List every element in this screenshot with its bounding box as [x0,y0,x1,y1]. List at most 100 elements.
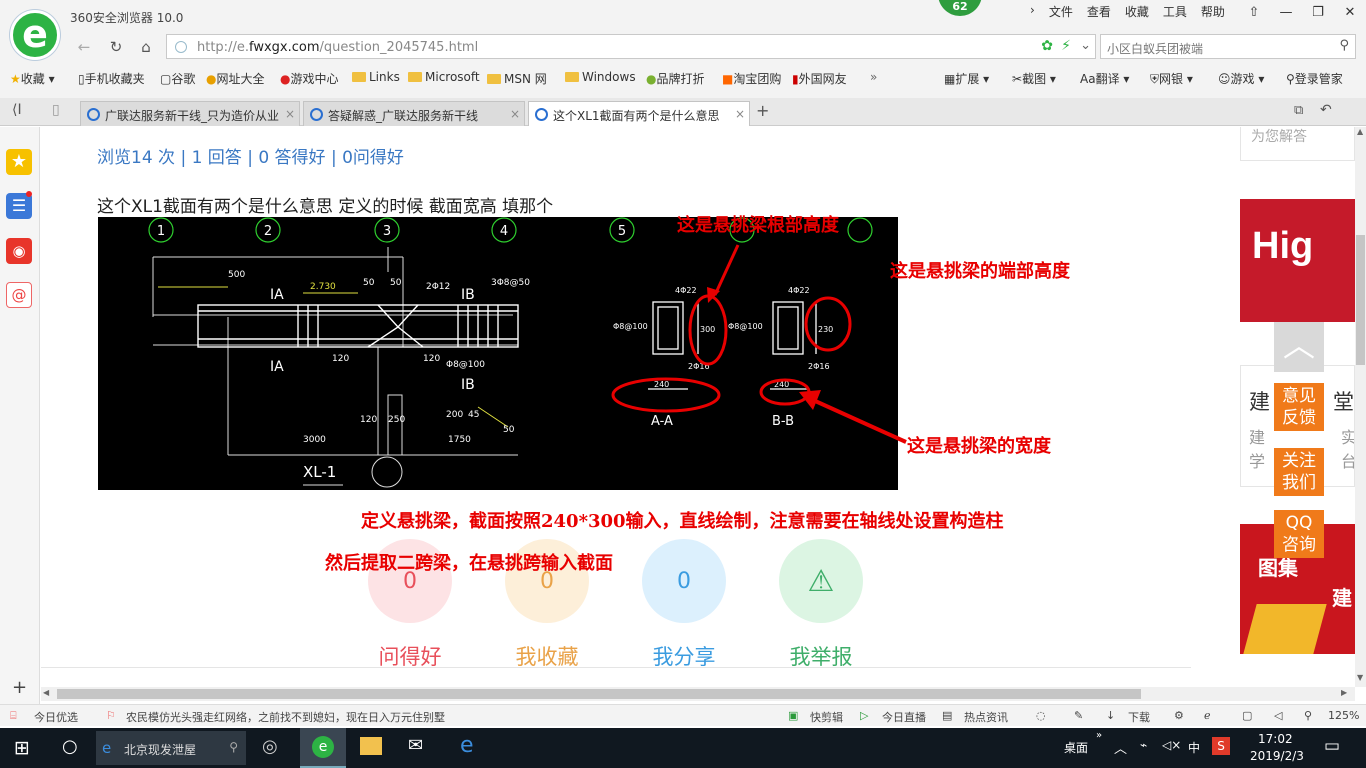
file-explorer-icon[interactable] [360,737,382,755]
dropdown-chevron-icon[interactable]: ⌄ [1080,38,1091,53]
fav-brand[interactable]: ●品牌打折 [646,70,705,87]
horizontal-scrollbar[interactable]: ◀ ▶ [41,687,1355,701]
refresh-icon[interactable]: ↻ [104,36,128,58]
gift-icon[interactable]: ⌸ [10,709,17,723]
follow-us-button[interactable]: 关注我们 [1274,448,1324,496]
search-box[interactable]: 小区白蚁兵团被端 ⚲ [1100,34,1356,59]
scroll-left-icon[interactable]: ◀ [43,688,49,697]
add-sidebar-icon[interactable]: + [12,677,27,698]
sidebar-toggle-icon[interactable]: ⟨I [12,102,22,118]
settings-icon[interactable]: ⚙ [1174,709,1184,722]
fav-microsoft[interactable]: Microsoft [408,70,480,84]
ie-mode-icon[interactable]: ℯ [1204,709,1211,722]
today-live[interactable]: 今日直播 [882,709,926,725]
speed-bolt-icon[interactable]: ⚡ [1061,38,1071,54]
close-button[interactable]: ✕ [1334,0,1366,24]
mail-task-icon[interactable]: ✉ [408,735,423,756]
share-button[interactable]: 0 我分享 [642,539,726,671]
cortana-icon[interactable]: ○ [62,736,78,757]
undo-close-icon[interactable]: ↶ [1320,102,1332,118]
pin-icon[interactable]: ⇧ [1238,0,1270,24]
tool-translate[interactable]: Aa翻译 ▾ [1080,70,1129,87]
ime-label[interactable]: 中 [1188,739,1200,756]
download-label[interactable]: 下载 [1128,709,1150,725]
hot-news[interactable]: 热点资讯 [964,709,1008,725]
fav-sites[interactable]: ●网址大全 [206,70,265,87]
desktop-label[interactable]: 桌面 [1064,739,1088,756]
scroll-down-icon[interactable]: ▼ [1357,673,1363,682]
weibo-icon[interactable]: ◉ [6,238,32,264]
window-icon[interactable]: ▢ [1242,709,1252,722]
search-input[interactable]: 小区白蚁兵团被端 [1107,40,1203,57]
vertical-scroll-thumb[interactable] [1356,235,1365,365]
toolbar-chevron-icon[interactable]: » [1096,730,1102,741]
clock-time[interactable]: 17:02 [1258,732,1293,746]
volume-muted-icon[interactable]: ◁× [1162,738,1181,752]
back-arrow-icon[interactable]: ← [72,36,96,58]
edge-icon[interactable]: e [460,733,474,758]
fav-mobile[interactable]: ▯手机收藏夹 [78,70,145,87]
fav-msn[interactable]: MSN 网 [487,70,547,87]
home-icon[interactable]: ⌂ [134,36,158,58]
zoom-icon[interactable]: ⚲ [1304,709,1312,722]
tool-bank[interactable]: ⛨网银 ▾ [1150,70,1193,87]
tool-games[interactable]: ☺游戏 ▾ [1218,70,1264,87]
tray-up-icon[interactable]: ︿ [1114,738,1127,757]
url-text[interactable]: http://e.fwxgx.com/question_2045745.html [197,40,478,55]
menu-file[interactable]: 文件 [1049,3,1073,20]
tool-extension[interactable]: ▦扩展 ▾ [944,70,989,87]
download-icon[interactable]: ↓ [1106,709,1115,722]
promo-banner[interactable]: Hig [1240,199,1355,322]
menu-favorites[interactable]: 收藏 [1125,3,1149,20]
maximize-button[interactable]: ❐ [1302,0,1334,24]
tab-close-icon[interactable]: × [285,107,295,121]
menu-arrow-icon[interactable]: › [1030,3,1035,20]
favorites-star-icon[interactable]: ★ [6,149,32,175]
question-stats[interactable]: 浏览14 次 | 1 回答 | 0 答得好 | 0问得好 [97,143,404,168]
qq-consult-button[interactable]: QQ咨询 [1274,510,1324,558]
pin-icon[interactable]: ✎ [1074,709,1083,722]
sogou-icon[interactable]: S [1212,737,1230,755]
quick-edit[interactable]: 快剪辑 [810,709,843,725]
fav-games[interactable]: ●游戏中心 [280,70,339,87]
notification-badge[interactable]: 62 [938,0,982,16]
fav-taobao[interactable]: ■淘宝团购 [722,70,781,87]
tab-2[interactable]: 答疑解惑_广联达服务新干线 × [303,101,525,126]
scroll-up-icon[interactable]: ▲ [1357,127,1363,136]
search-icon[interactable]: ⚲ [1339,38,1349,53]
tab-1[interactable]: 广联达服务新干线_只为造价从业 × [80,101,300,126]
security-shield-icon[interactable]: ✿ [1041,38,1053,54]
fav-google[interactable]: ▢谷歌 [160,70,195,87]
clock-date[interactable]: 2019/2/3 [1250,749,1304,763]
taskbar-search[interactable]: e 北京现发泄屋 ⚲ [96,731,246,765]
minimize-button[interactable]: — [1270,0,1302,24]
network-icon[interactable]: ⌁ [1140,738,1147,752]
action-center-icon[interactable]: ▭ [1324,736,1340,756]
back-to-top-icon[interactable]: ︿ [1274,322,1324,372]
report-button[interactable]: ⚠ 我举报 [779,539,863,671]
menu-view[interactable]: 查看 [1087,3,1111,20]
tab-list-icon[interactable]: ⧉ [1294,103,1303,118]
news-ticker[interactable]: 农民模仿光头强走红网络，之前找不到媳妇，现在日入万元住别墅 [126,709,445,725]
tab-3-active[interactable]: 这个XL1截面有两个是什么意思 × [528,101,750,126]
daily-picks[interactable]: 今日优选 [34,709,78,725]
more-favorites-icon[interactable]: » [870,70,877,84]
horizontal-scroll-thumb[interactable] [57,689,1141,699]
favorites-menu[interactable]: ★收藏 ▾ [10,70,55,87]
speed-icon[interactable]: ◌ [1036,709,1046,722]
fav-links[interactable]: Links [352,70,400,84]
address-bar[interactable]: http://e.fwxgx.com/question_2045745.html… [166,34,1096,59]
fav-foreign[interactable]: ▮外国网友 [792,70,847,87]
menu-help[interactable]: 帮助 [1201,3,1225,20]
new-tab-button[interactable]: + [756,101,769,120]
sound-icon[interactable]: ◁ [1274,709,1282,722]
feedback-button[interactable]: 意见反馈 [1274,383,1324,431]
fav-windows[interactable]: Windows [565,70,636,84]
scroll-right-icon[interactable]: ▶ [1341,688,1347,697]
tool-login-manager[interactable]: ⚲登录管家 [1286,70,1343,87]
tab-close-icon[interactable]: × [735,107,745,121]
browser-task-icon[interactable]: ◎ [262,736,278,757]
menu-tools[interactable]: 工具 [1163,3,1187,20]
mobile-icon[interactable]: ▯ [52,102,60,118]
mail-icon[interactable]: @ [6,282,32,308]
